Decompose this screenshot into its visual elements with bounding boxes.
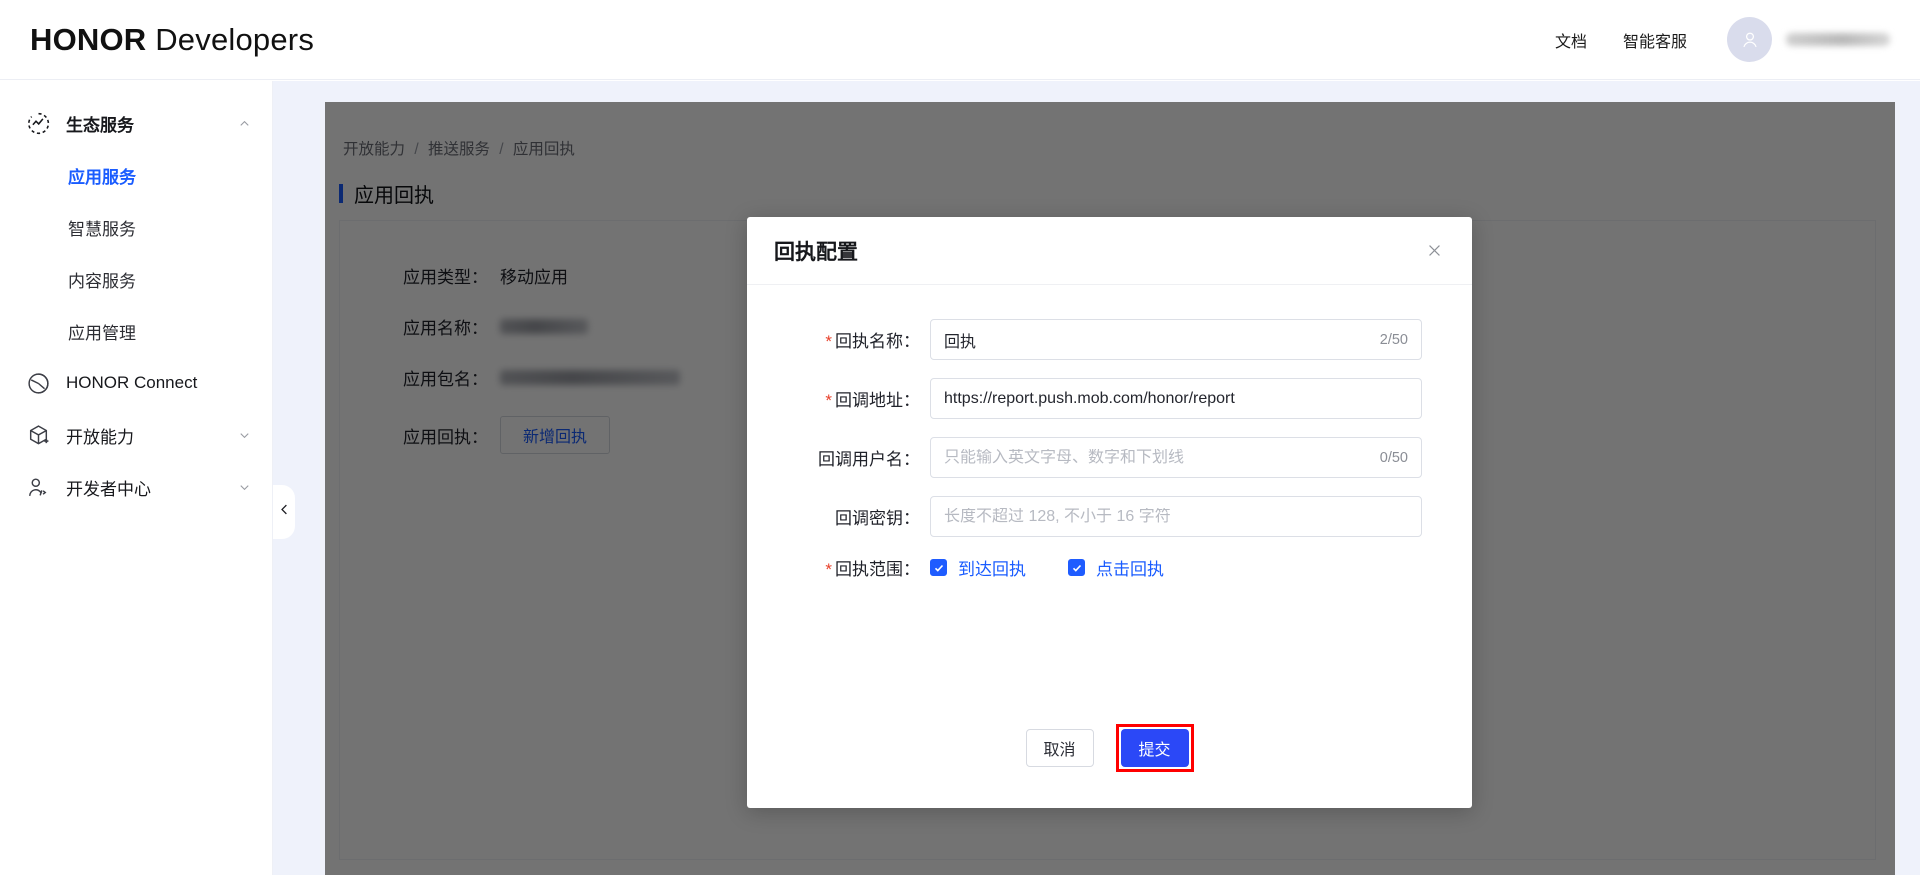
checkbox-scope-clicked[interactable]: 点击回执 — [1068, 555, 1164, 580]
brand-developers: Developers — [155, 21, 315, 57]
sidebar-label-app-management: 应用管理 — [68, 323, 136, 343]
required-marker: * — [825, 332, 832, 351]
sidebar-item-developer-center[interactable]: 开发者中心 — [0, 461, 272, 513]
checkbox-checked-icon[interactable] — [930, 559, 947, 576]
sidebar-item-honor-connect[interactable]: HONOR Connect — [0, 357, 272, 409]
input-wrap-callback-url[interactable] — [930, 378, 1422, 419]
cancel-button[interactable]: 取消 — [1025, 729, 1094, 767]
nav-docs[interactable]: 文档 — [1537, 28, 1605, 52]
label-receipt-name: * 回执名称： — [747, 327, 930, 352]
account-area[interactable] — [1727, 17, 1890, 62]
sidebar-label-smart-service: 智慧服务 — [68, 219, 136, 239]
dialog-footer: 取消 提交 — [747, 688, 1472, 808]
label-scope-delivered: 到达回执 — [958, 560, 1026, 579]
sidebar-item-app-service[interactable]: 应用服务 — [0, 149, 272, 201]
receipt-config-dialog: 回执配置 *回执名称： 2/50 *回调地址： — [747, 217, 1472, 808]
label-callback-secret: 回调密钥： — [747, 504, 930, 529]
checkbox-checked-icon[interactable] — [1068, 559, 1085, 576]
connect-icon — [24, 369, 52, 397]
callback-secret-input[interactable] — [944, 507, 1408, 526]
sidebar-label-honor-connect: HONOR Connect — [66, 373, 198, 392]
input-wrap-callback-username[interactable]: 0/50 — [930, 437, 1422, 478]
label-callback-username: 回调用户名： — [747, 445, 930, 470]
label-scope-clicked: 点击回执 — [1096, 560, 1164, 579]
cube-plus-icon — [24, 421, 52, 449]
app-root: HONOR Developers 文档 智能客服 生态服务 应用服务 智慧服务 … — [0, 0, 1920, 875]
receipt-name-counter: 2/50 — [1379, 331, 1408, 348]
receipt-config-form: *回执名称： 2/50 *回调地址： 回调用户名： — [747, 285, 1472, 580]
header-right: 文档 智能客服 — [1537, 17, 1890, 62]
sidebar-label-app-service: 应用服务 — [68, 167, 136, 187]
field-callback-username: 回调用户名： 0/50 — [747, 437, 1472, 478]
dialog-title: 回执配置 — [774, 240, 858, 264]
brand-honor: HONOR — [30, 21, 147, 57]
receipt-name-input[interactable] — [944, 330, 1372, 349]
label-text-callback-username: 回调用户名： — [818, 450, 920, 469]
sidebar-nav: 生态服务 应用服务 智慧服务 内容服务 应用管理 HONOR Connect 开… — [0, 81, 272, 513]
chevron-down-icon[interactable] — [237, 480, 252, 495]
sidebar-label-ecosystem: 生态服务 — [66, 115, 134, 135]
field-receipt-name: *回执名称： 2/50 — [747, 319, 1472, 360]
sidebar-item-smart-service[interactable]: 智慧服务 — [0, 201, 272, 253]
sidebar-item-content-service[interactable]: 内容服务 — [0, 253, 272, 305]
sidebar-item-app-management[interactable]: 应用管理 — [0, 305, 272, 357]
callback-username-input[interactable] — [944, 448, 1372, 467]
chevron-down-icon[interactable] — [237, 428, 252, 443]
callback-username-counter: 0/50 — [1379, 449, 1408, 466]
submit-highlight-box: 提交 — [1115, 724, 1194, 772]
chevron-up-icon[interactable] — [237, 116, 252, 131]
developer-icon — [24, 473, 52, 501]
sidebar-label-content-service: 内容服务 — [68, 271, 136, 291]
field-receipt-scope: * 回执范围： 到达回执 点击回执 — [747, 555, 1472, 580]
user-avatar-icon[interactable] — [1727, 17, 1772, 62]
sidebar-collapse-toggle[interactable] — [273, 485, 295, 539]
sidebar: 生态服务 应用服务 智慧服务 内容服务 应用管理 HONOR Connect 开… — [0, 81, 273, 875]
label-text-callback-secret: 回调密钥： — [835, 509, 920, 528]
sidebar-label-open-capability: 开放能力 — [66, 427, 134, 447]
top-header: HONOR Developers 文档 智能客服 — [0, 0, 1920, 80]
username-masked — [1786, 33, 1890, 46]
label-text-receipt-scope: 回执范围： — [835, 560, 920, 579]
field-callback-secret: 回调密钥： — [747, 496, 1472, 537]
brand-logo: HONOR Developers — [30, 22, 314, 58]
input-wrap-receipt-name[interactable]: 2/50 — [930, 319, 1422, 360]
label-text-callback-url: 回调地址： — [835, 391, 920, 410]
label-callback-url: * 回调地址： — [747, 386, 930, 411]
nav-support[interactable]: 智能客服 — [1605, 28, 1705, 52]
sidebar-label-developer-center: 开发者中心 — [66, 479, 151, 499]
close-icon[interactable] — [1420, 237, 1448, 265]
required-marker: * — [825, 391, 832, 410]
checkbox-scope-delivered[interactable]: 到达回执 — [930, 555, 1026, 580]
chevron-left-icon — [277, 502, 292, 522]
sidebar-item-open-capability[interactable]: 开放能力 — [0, 409, 272, 461]
submit-button[interactable]: 提交 — [1120, 729, 1189, 767]
label-text-receipt-name: 回执名称： — [835, 332, 920, 351]
label-receipt-scope: * 回执范围： — [747, 555, 930, 580]
field-callback-url: * 回调地址： — [747, 378, 1472, 419]
input-wrap-callback-secret[interactable] — [930, 496, 1422, 537]
required-marker: * — [825, 560, 832, 579]
sidebar-item-ecosystem[interactable]: 生态服务 — [0, 97, 272, 149]
callback-url-input[interactable] — [944, 389, 1408, 408]
dialog-header: 回执配置 — [747, 217, 1472, 285]
ecosystem-icon — [24, 109, 52, 137]
receipt-scope-options: 到达回执 点击回执 — [930, 555, 1206, 580]
